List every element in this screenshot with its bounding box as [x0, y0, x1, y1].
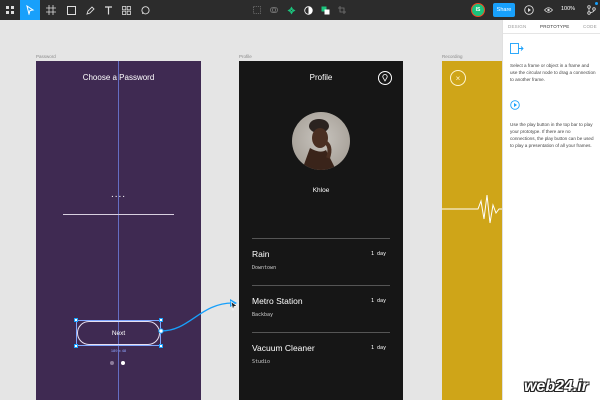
tab-prototype[interactable]: PROTOTYPE	[540, 24, 569, 29]
pager-dot-active	[121, 361, 125, 365]
pen-tool-icon[interactable]	[82, 0, 98, 20]
divider	[252, 332, 390, 333]
frame-label-profile[interactable]: Profile	[239, 54, 252, 59]
menu-icon[interactable]	[3, 0, 17, 20]
shape-tool-icon[interactable]	[62, 0, 80, 20]
frame-tool-icon[interactable]	[42, 0, 60, 20]
list-item-title: Vacuum Cleaner	[252, 343, 315, 353]
divider	[252, 238, 390, 239]
resize-handle[interactable]	[74, 318, 78, 322]
location-pin-icon[interactable]	[378, 71, 392, 85]
share-button[interactable]: Share	[493, 3, 515, 17]
toolbar: IS Share 100%	[0, 0, 600, 20]
avatar[interactable]: IS	[471, 3, 485, 17]
list-item-time: 1 day	[371, 251, 387, 257]
zoom-level[interactable]: 100%	[561, 6, 575, 12]
next-button[interactable]: Next	[77, 321, 160, 345]
tab-code[interactable]: CODE	[583, 24, 597, 29]
recording-frame[interactable]: ×	[442, 61, 502, 400]
panel-help-text: Select a frame or object in a frame and …	[510, 63, 596, 82]
list-item-subtitle: Studio	[252, 359, 271, 365]
profile-name: Khloe	[312, 187, 330, 194]
tab-design[interactable]: DESIGN	[508, 24, 526, 29]
connection-icon	[510, 43, 524, 54]
play-icon	[510, 100, 520, 110]
list-item-subtitle: Downtown	[252, 265, 277, 271]
panel-help-text: Use the play button in the top bar to pl…	[510, 122, 594, 148]
waveform	[442, 194, 502, 224]
list-item-time: 1 day	[371, 298, 387, 304]
mask-icon[interactable]	[267, 0, 281, 20]
crop-icon[interactable]	[335, 0, 349, 20]
close-icon[interactable]: ×	[450, 70, 466, 86]
frame-label-password[interactable]: Password	[36, 54, 56, 59]
password-underline	[63, 214, 174, 215]
move-tool-icon[interactable]	[20, 0, 40, 20]
text-tool-icon[interactable]	[100, 0, 116, 20]
comment-icon[interactable]	[137, 0, 153, 20]
branch-icon[interactable]	[584, 0, 598, 20]
boolean-icon[interactable]	[250, 0, 264, 20]
profile-frame[interactable]: Profile Khloe Rain 1 day Downtown Metro …	[239, 61, 403, 400]
watermark-logo: web24.ir	[523, 378, 589, 395]
password-title: Choose a Password	[82, 73, 155, 82]
list-item-title: Rain	[252, 249, 270, 259]
view-icon[interactable]	[541, 0, 555, 20]
canvas[interactable]: Password Profile Recording Choose a Pass…	[0, 20, 502, 400]
properties-panel: DESIGN PROTOTYPE CODE Select a frame or …	[502, 20, 600, 400]
panel-tabs: DESIGN PROTOTYPE CODE	[503, 20, 600, 34]
frame-label-recording[interactable]: Recording	[442, 54, 463, 59]
divider	[252, 285, 390, 286]
notification-dot	[595, 2, 598, 5]
list-item-title: Metro Station	[252, 296, 303, 306]
fill-icon[interactable]	[318, 0, 332, 20]
password-frame[interactable]: Choose a Password .... Next 189 x 48	[36, 61, 201, 400]
cursor-icon	[230, 301, 238, 311]
resize-handle[interactable]	[159, 318, 163, 322]
theme-icon[interactable]	[301, 0, 315, 20]
list-item-time: 1 day	[371, 345, 387, 351]
present-icon[interactable]	[522, 0, 536, 20]
profile-photo	[292, 112, 350, 170]
pager-dot	[110, 361, 114, 365]
password-dots: ....	[110, 189, 127, 200]
component-icon[interactable]	[284, 0, 298, 20]
list-item-subtitle: Backbay	[252, 312, 274, 318]
components-icon[interactable]	[118, 0, 134, 20]
size-label: 189 x 48	[110, 348, 127, 353]
